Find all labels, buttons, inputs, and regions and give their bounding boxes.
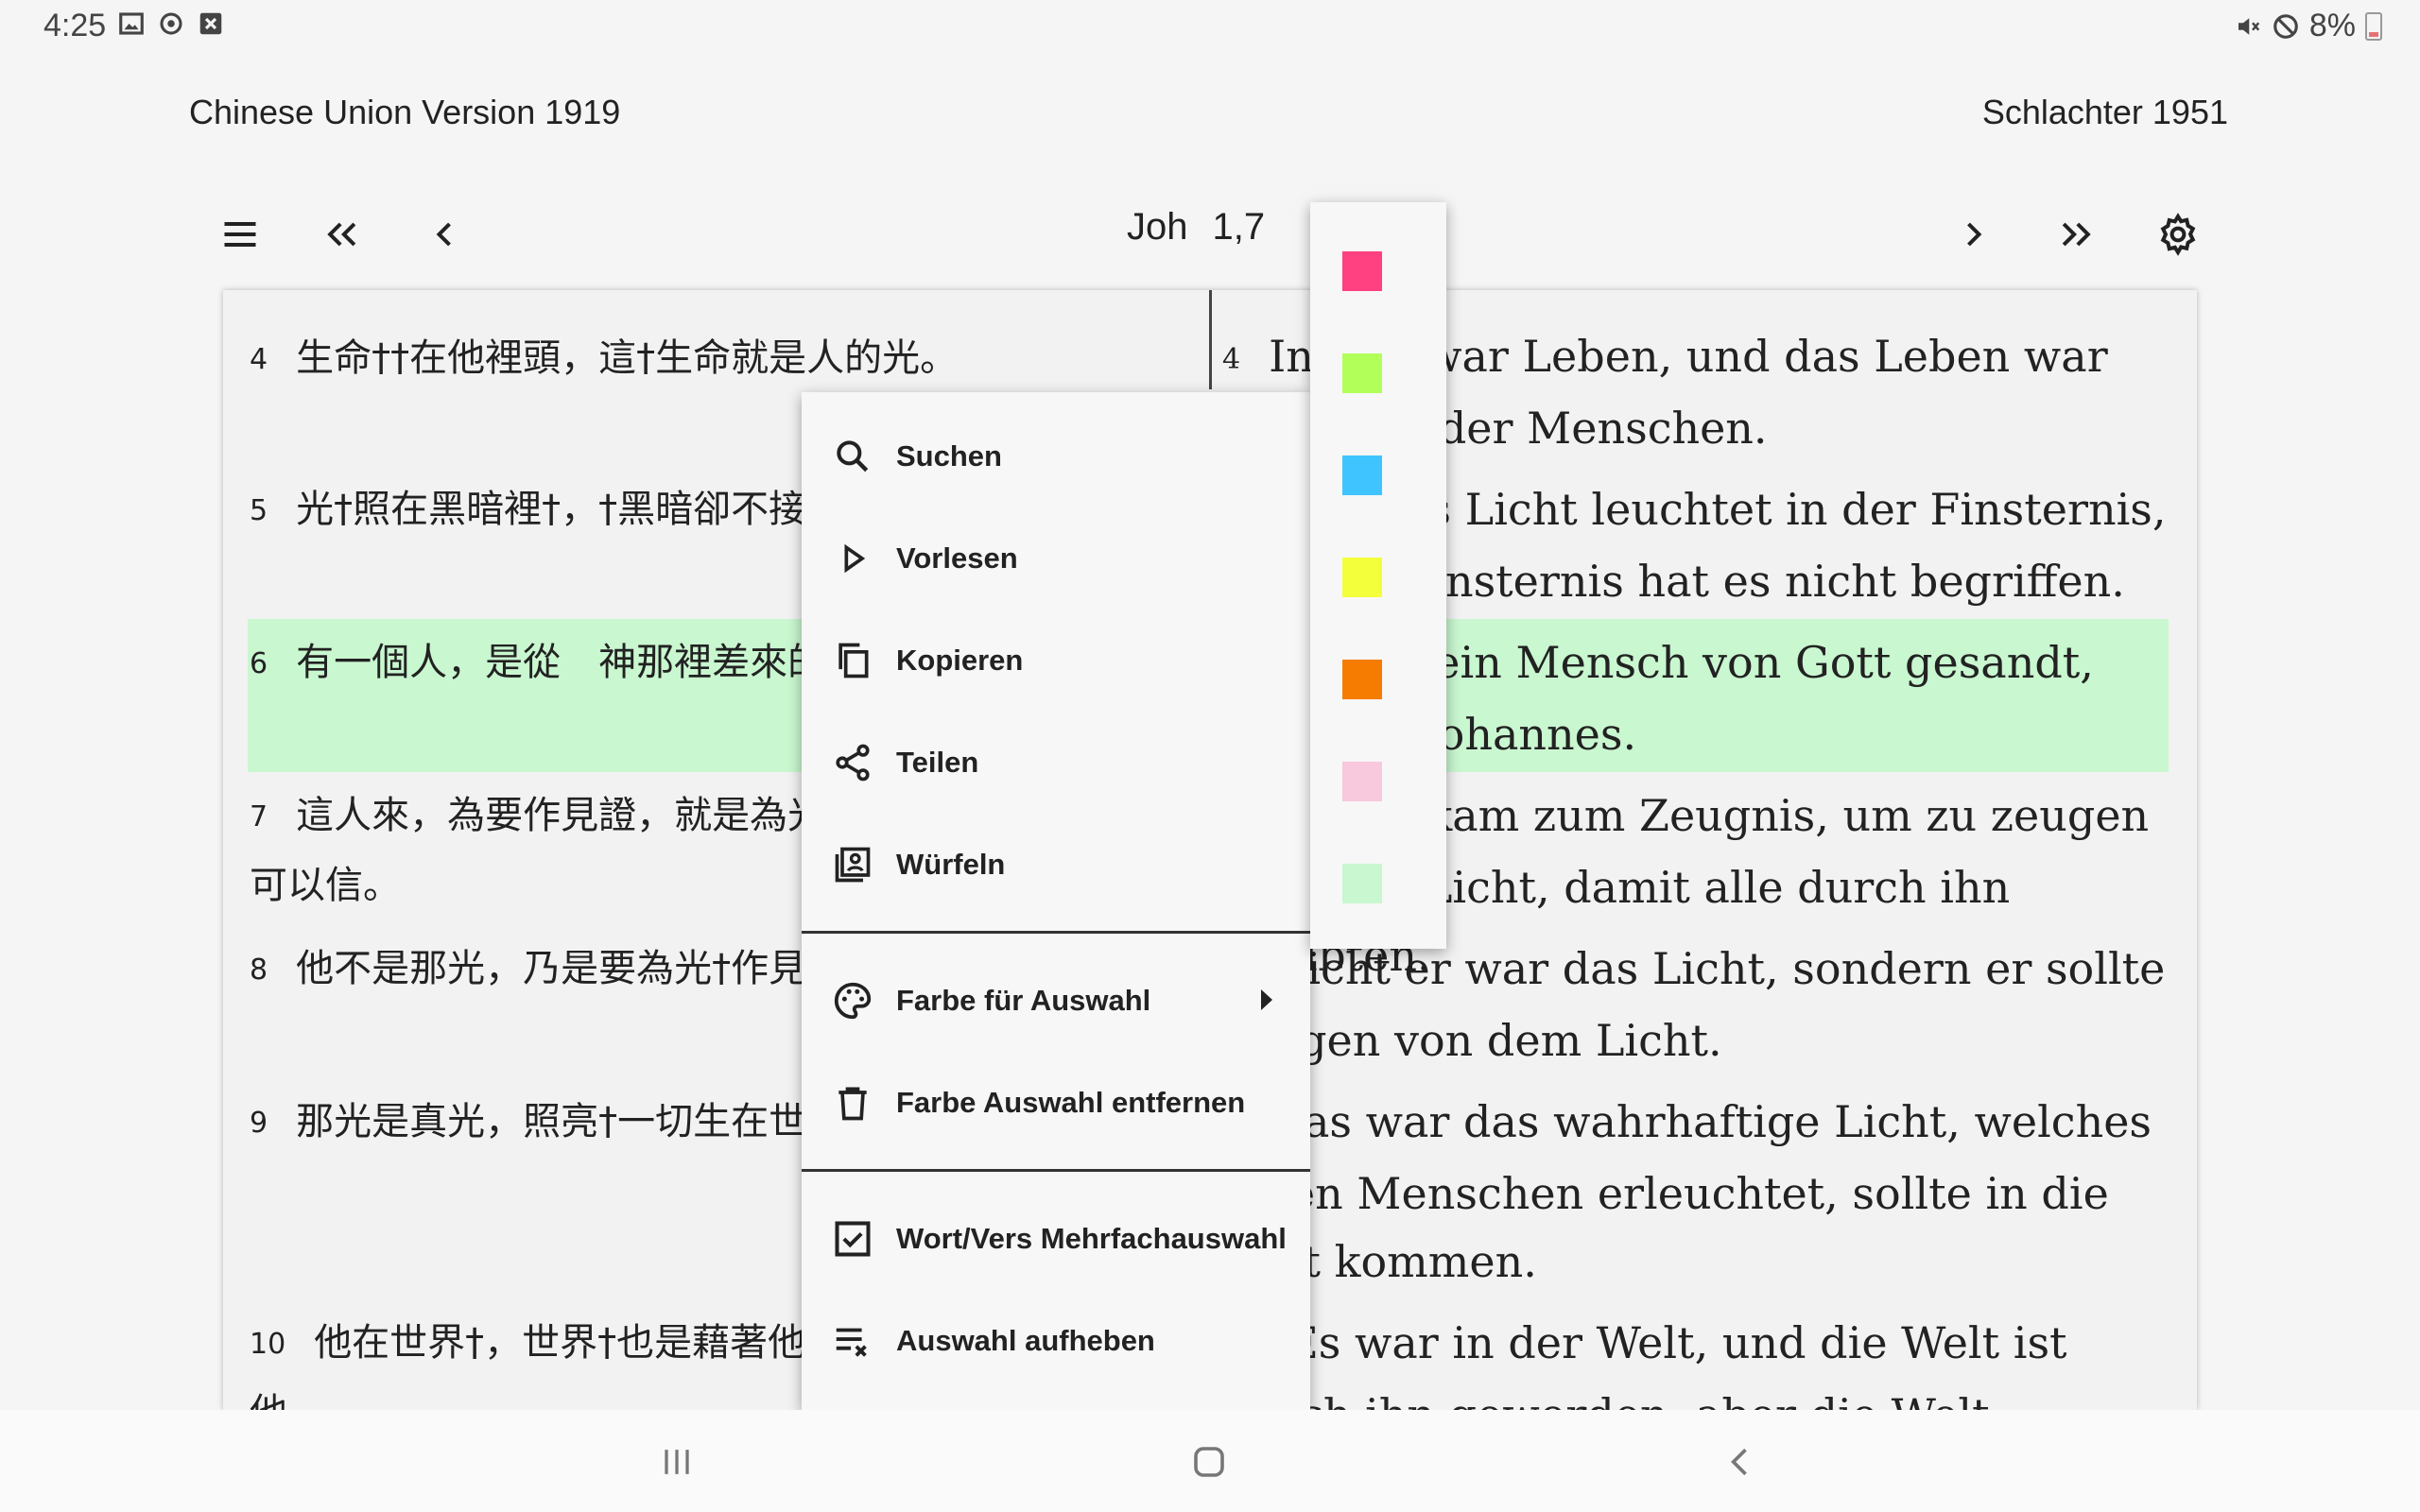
close-box-icon	[199, 12, 222, 35]
status-icons-right: 8%	[2234, 8, 2382, 44]
do-not-disturb-icon	[2273, 13, 2298, 39]
menu-item-label: Suchen	[896, 439, 1002, 472]
right-verse-9[interactable]: 9Das war das wahrhaftige Licht, welches …	[1222, 1088, 2174, 1296]
back-icon	[1731, 1448, 1747, 1476]
menu-item-label: Teilen	[896, 746, 979, 779]
trash-icon	[838, 1087, 867, 1121]
menu-icon	[224, 221, 256, 248]
passage-reference[interactable]: Joh 1,7	[1127, 206, 1265, 249]
right-verse-10[interactable]: 10Es war in der Welt, und die Welt ist d…	[1222, 1309, 2174, 1410]
remove-selection-color-menu-item[interactable]: Farbe Auswahl entfernen	[802, 1056, 1310, 1150]
left-version-name[interactable]: Chinese Union Version 1919	[189, 93, 620, 132]
read-aloud-menu-item[interactable]: Vorlesen	[802, 511, 1310, 606]
search-icon	[837, 440, 869, 472]
gear-icon	[2160, 213, 2196, 256]
reference-chapter-verse[interactable]: 1,7	[1213, 206, 1266, 248]
back-button[interactable]	[1707, 1429, 1773, 1495]
clear-selection-menu-item[interactable]: Auswahl aufheben	[802, 1294, 1310, 1388]
mute-vibrate-icon	[2238, 17, 2260, 35]
menu-divider	[802, 1169, 1310, 1172]
chevron-right-icon	[1967, 222, 1982, 247]
double-chevron-left-icon	[327, 222, 356, 247]
next-chapter-button[interactable]	[1945, 206, 2002, 263]
multi-selection-menu-item[interactable]: Wort/Vers Mehrfachauswahl	[802, 1192, 1310, 1286]
checkbox-icon	[835, 1221, 871, 1257]
verse-number: 5	[250, 494, 268, 527]
status-bar: 4:25 8%	[0, 0, 2420, 53]
menu-button[interactable]	[212, 206, 268, 263]
palette-icon	[834, 982, 872, 1020]
verse-text[interactable]: 他不是那光，乃是要為光†作見證。	[296, 947, 882, 990]
portrait-icon	[835, 847, 871, 883]
battery-icon	[2365, 11, 2382, 41]
verse-number: 4	[250, 343, 268, 376]
double-chevron-right-icon	[2062, 222, 2091, 247]
system-navigation-bar	[0, 1410, 2420, 1512]
verse-number: 10	[250, 1328, 286, 1361]
reference-book[interactable]: Joh	[1127, 206, 1188, 248]
copy-menu-item[interactable]: Kopieren	[802, 613, 1310, 708]
menu-item-label: Kopieren	[896, 644, 1024, 677]
sync-icon	[160, 12, 182, 35]
color-swatch-light-blue[interactable]	[1342, 455, 1382, 495]
recent-apps-icon	[665, 1450, 689, 1474]
search-menu-item[interactable]: Suchen	[802, 409, 1310, 504]
verse-text[interactable]: Das war das wahrhaftige Licht, welches j…	[1222, 1096, 2152, 1287]
menu-item-label: Farbe für Auswahl	[896, 984, 1151, 1017]
copy-icon	[838, 643, 869, 679]
color-swatch-orange[interactable]	[1342, 660, 1382, 699]
next-book-button[interactable]	[2048, 206, 2104, 263]
share-icon	[836, 744, 870, 782]
right-verse-8[interactable]: 8Nicht er war das Licht, sondern er soll…	[1222, 935, 2174, 1074]
play-icon	[844, 543, 866, 574]
right-version-name[interactable]: Schlachter 1951	[1982, 93, 2228, 132]
submenu-arrow-icon	[1261, 989, 1272, 1010]
dice-menu-item[interactable]: Würfeln	[802, 817, 1310, 912]
verse-number: 8	[250, 954, 268, 987]
menu-item-label: Vorlesen	[896, 541, 1018, 575]
menu-divider	[802, 931, 1310, 934]
battery-percent: 8%	[2308, 8, 2356, 43]
image-icon	[119, 12, 144, 35]
version-header: Chinese Union Version 1919 Schlachter 19…	[0, 85, 2420, 142]
verse-number: 6	[250, 647, 268, 680]
verse-text[interactable]: Es war in der Welt, und die Welt ist dur…	[1222, 1317, 2067, 1410]
menu-item-label: Auswahl aufheben	[896, 1324, 1155, 1357]
color-swatch-light-green[interactable]	[1342, 353, 1382, 393]
verse-number: 4	[1222, 343, 1241, 376]
menu-item-label: Wort/Vers Mehrfachauswahl	[896, 1222, 1287, 1255]
verse-text[interactable]: 生命††在他裡頭，這†生命就是人的光。	[296, 336, 958, 380]
color-swatch-yellow[interactable]	[1342, 558, 1382, 597]
home-button[interactable]	[1176, 1429, 1242, 1495]
color-swatch-mint[interactable]	[1342, 864, 1382, 903]
clear-list-icon	[836, 1328, 867, 1357]
verse-text[interactable]: Nicht er war das Licht, sondern er sollt…	[1222, 943, 2165, 1066]
selection-context-menu: Suchen Vorlesen Kopieren Teilen Würfeln …	[802, 392, 1310, 1410]
menu-item-label: Würfeln	[896, 848, 1006, 881]
status-icons-left	[117, 9, 225, 38]
color-swatch-light-pink[interactable]	[1342, 762, 1382, 801]
verse-number: 9	[250, 1107, 268, 1140]
settings-button[interactable]	[2150, 206, 2206, 263]
color-palette-submenu	[1310, 202, 1446, 949]
chevron-left-icon	[436, 222, 451, 247]
recent-apps-button[interactable]	[644, 1429, 710, 1495]
previous-book-button[interactable]	[314, 206, 371, 263]
verse-number: 7	[250, 800, 268, 833]
left-verse-4[interactable]: 4 生命††在他裡頭，這†生命就是人的光。	[250, 324, 1192, 394]
previous-chapter-button[interactable]	[416, 206, 473, 263]
share-menu-item[interactable]: Teilen	[802, 715, 1310, 810]
status-time: 4:25	[43, 8, 107, 43]
menu-item-label: Farbe Auswahl entfernen	[896, 1086, 1246, 1119]
home-icon	[1194, 1447, 1224, 1477]
color-for-selection-menu-item[interactable]: Farbe für Auswahl	[802, 954, 1310, 1048]
color-swatch-pink[interactable]	[1342, 251, 1382, 291]
